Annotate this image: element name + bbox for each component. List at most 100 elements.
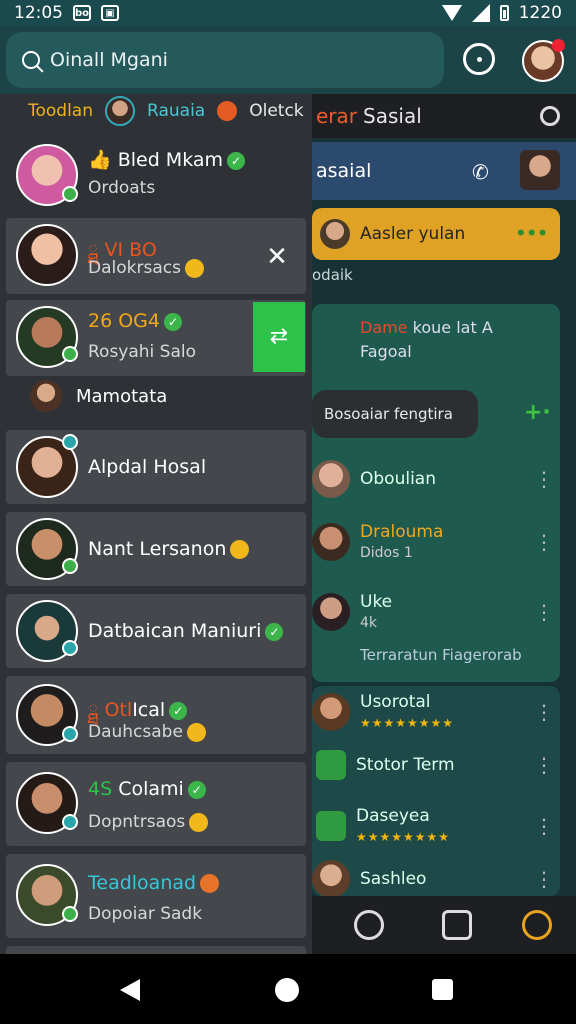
chat-contact-avatar[interactable] <box>520 150 560 190</box>
list-item[interactable]: Dralouma Didos 1 ⋮ <box>312 522 560 562</box>
contact-item[interactable]: 4S Colami ✓ Dopntrsaos <box>6 762 306 846</box>
tag-icon <box>316 750 346 780</box>
chat-subheader[interactable]: asaial ✆ <box>312 142 576 200</box>
card-avatar <box>320 219 350 249</box>
contact-item[interactable]: ྠ VI BO Dalokrsacs ✕ <box>6 218 306 294</box>
chat-bubble[interactable]: Bosoaiar fengtira <box>312 390 478 438</box>
recent-apps-icon[interactable] <box>432 979 453 1000</box>
highlight-card[interactable]: Aasler yulan ••• <box>312 208 560 260</box>
tab-oletck[interactable]: Oletck <box>249 101 303 121</box>
verified-icon: ✓ <box>265 622 284 641</box>
online-badge <box>62 906 78 922</box>
contact-item[interactable]: ྠ OtlIcal ✓ Dauhcsabe <box>6 676 306 754</box>
list-item-name: Oboulian <box>360 469 436 489</box>
emoji-icon <box>184 258 204 278</box>
more-icon[interactable]: ⋮ <box>534 600 554 624</box>
list-item[interactable]: Uke 4k ⋮ <box>312 592 560 632</box>
top-app-bar: Oinall Mgani <box>0 26 576 94</box>
list-item-name: Stotor Term <box>356 755 455 775</box>
verified-icon: ✓ <box>163 312 182 331</box>
avatar <box>16 224 78 286</box>
panel-title: Sasial <box>363 104 422 128</box>
list-item-name: Dralouma Didos 1 <box>360 522 444 561</box>
list-item[interactable]: Stotor Term ⋮ <box>312 750 560 780</box>
tab-avatar <box>105 96 136 126</box>
more-dots-icon[interactable]: ••• <box>515 224 548 244</box>
signal-icon <box>471 4 490 22</box>
explore-compass-icon[interactable] <box>463 43 495 75</box>
contact-name: Teadloanad <box>88 872 220 894</box>
more-icon[interactable]: ⋮ <box>534 467 554 491</box>
panel-title-prefix: erar <box>316 104 358 128</box>
navigation-drawer: Toodlan Rauaia Oletck 👍 Bled Mkam ✓ Ordoa… <box>0 94 312 954</box>
profile-ring-icon[interactable] <box>522 910 552 940</box>
search-icon <box>22 51 40 69</box>
list-item-name: Daseyea ★★★★★★★★ <box>356 806 451 844</box>
emoji-icon <box>189 812 209 832</box>
add-icon[interactable]: +· <box>524 400 551 425</box>
camera-icon[interactable] <box>354 910 384 940</box>
contact-item[interactable] <box>6 946 306 954</box>
battery-text: 1220 <box>518 3 562 23</box>
tab-toodlan[interactable]: Toodlan <box>28 101 93 121</box>
system-navigation-bar <box>0 954 576 1024</box>
contact-item[interactable]: 26 OG4 ✓ Rosyahi Salo ⇄ <box>6 300 306 376</box>
emoji-icon <box>230 540 250 559</box>
settings-icon[interactable] <box>540 106 560 126</box>
card-caption: odaik <box>312 266 353 284</box>
list-item-caption: Terraratun Fiagerorab <box>360 646 522 664</box>
calendar-icon[interactable] <box>442 910 472 940</box>
wifi-icon <box>441 5 462 21</box>
message-line-2: Fagoal <box>360 342 412 361</box>
avatar <box>312 693 350 731</box>
status-bar: 12:05 bo ▣ 1220 <box>0 0 576 26</box>
contact-name: 26 OG4 ✓ <box>88 310 182 332</box>
phone-icon[interactable]: ✆ <box>472 160 494 184</box>
contact-subtitle: Rosyahi Salo <box>88 342 197 362</box>
app-screen: 12:05 bo ▣ 1220 Oinall Mgani erar Sasial <box>0 0 576 1024</box>
contact-item[interactable]: Nant Lersanon <box>6 512 306 586</box>
more-icon[interactable]: ⋮ <box>534 700 554 724</box>
profile-avatar[interactable] <box>522 39 565 82</box>
more-icon[interactable]: ⋮ <box>534 867 554 891</box>
section-avatar <box>30 380 62 412</box>
home-icon[interactable] <box>275 978 299 1002</box>
battery-icon <box>499 5 509 21</box>
contact-item[interactable]: Alpdal Hosal <box>6 430 306 504</box>
more-icon[interactable]: ⋮ <box>534 814 554 838</box>
verified-icon: ✓ <box>227 151 246 170</box>
contact-item[interactable]: 👍 Bled Mkam ✓ Ordoats <box>6 134 306 214</box>
list-item[interactable]: Oboulian ⋮ <box>312 460 560 498</box>
image-notification-icon: ▣ <box>101 5 119 21</box>
online-badge <box>62 558 78 574</box>
list-item-name: Sashleo <box>360 869 427 889</box>
contact-subtitle: Dauhcsabe <box>88 722 206 742</box>
list-item[interactable]: Daseyea ★★★★★★★★ ⋮ <box>312 806 560 846</box>
back-icon[interactable] <box>120 979 140 1001</box>
swap-button[interactable]: ⇄ <box>253 302 305 372</box>
contact-item[interactable]: Teadloanad Dopoiar Sadk <box>6 854 306 938</box>
notification-dot <box>552 39 565 52</box>
contact-item[interactable]: Datbaican Maniuri ✓ <box>6 594 306 668</box>
tab-rauaia[interactable]: Rauaia <box>147 101 205 121</box>
list-item-name: Uke 4k <box>360 592 393 631</box>
search-text[interactable]: Oinall Mgani <box>50 49 168 71</box>
search-bar[interactable]: Oinall Mgani <box>6 32 444 88</box>
section-header: Mamotata <box>30 380 167 412</box>
close-icon[interactable]: ✕ <box>262 242 292 272</box>
contact-subtitle: Dopntrsaos <box>88 812 209 832</box>
avatar <box>312 460 350 498</box>
verified-icon: ✓ <box>187 780 206 799</box>
avatar <box>312 860 350 898</box>
online-badge <box>62 726 78 742</box>
notification-app-icon: bo <box>73 5 91 21</box>
emoji-icon <box>186 722 206 742</box>
list-item[interactable]: Usorotal ★★★★★★★★ ⋮ <box>312 692 560 732</box>
more-icon[interactable]: ⋮ <box>534 530 554 554</box>
online-badge <box>62 814 78 830</box>
list-item[interactable]: Sashleo ⋮ <box>312 860 560 898</box>
online-badge <box>62 434 78 450</box>
drawer-tabs: Toodlan Rauaia Oletck <box>0 94 312 128</box>
more-icon[interactable]: ⋮ <box>534 753 554 777</box>
contact-name: Datbaican Maniuri ✓ <box>88 620 284 642</box>
